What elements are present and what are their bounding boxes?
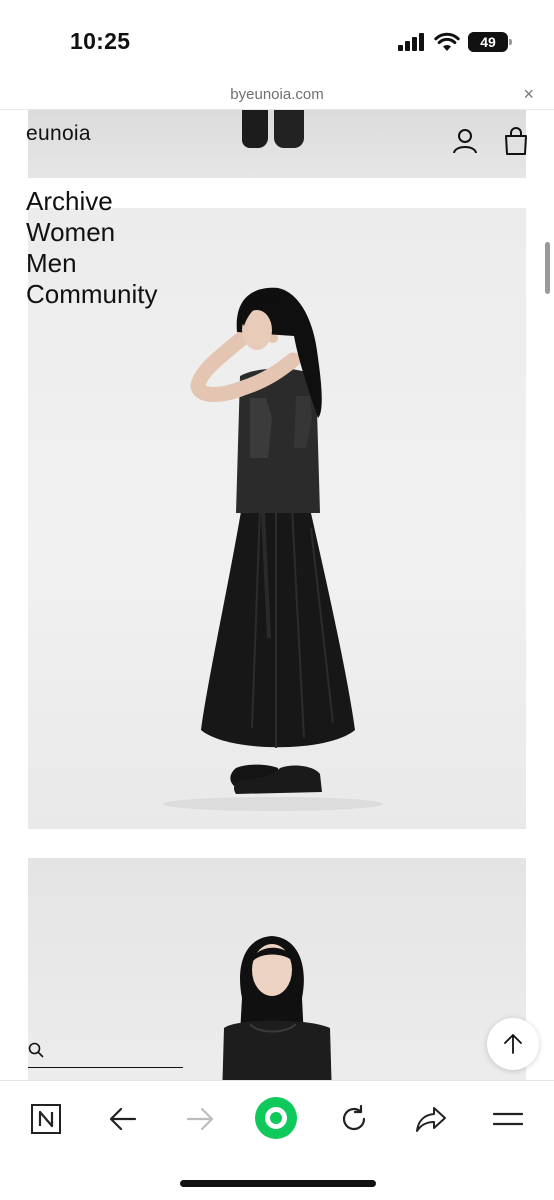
share-button[interactable] — [411, 1099, 451, 1139]
menu-icon — [492, 1112, 524, 1126]
url-bar[interactable]: byeunoia.com × — [0, 80, 554, 110]
nav-item-women[interactable]: Women — [26, 217, 157, 248]
nav-item-men[interactable]: Men — [26, 248, 157, 279]
back-button[interactable] — [103, 1099, 143, 1139]
scrollbar[interactable] — [545, 242, 550, 294]
green-dot-button[interactable] — [253, 1095, 299, 1141]
scroll-to-top-button[interactable] — [487, 1018, 539, 1070]
url-text[interactable]: byeunoia.com — [0, 86, 554, 103]
web-page: eunoia Archive Women Men Community — [0, 110, 554, 1080]
browser-toolbar — [0, 1080, 554, 1200]
close-icon[interactable]: × — [523, 84, 534, 105]
menu-button[interactable] — [488, 1099, 528, 1139]
status-time: 10:25 — [70, 28, 131, 54]
refresh-button[interactable] — [334, 1099, 374, 1139]
nav-menu: Archive Women Men Community — [26, 186, 157, 310]
search-icon — [28, 1042, 44, 1058]
search-input[interactable] — [28, 1040, 183, 1068]
battery-percent: 49 — [480, 34, 496, 50]
status-bar: 10:25 49 — [0, 0, 554, 80]
shoe-right — [274, 110, 304, 148]
shopping-bag-icon[interactable] — [501, 126, 531, 156]
home-indicator[interactable] — [180, 1180, 376, 1187]
share-icon — [416, 1107, 446, 1132]
shoe-left — [242, 110, 268, 148]
n-home-icon — [31, 1104, 61, 1134]
cellular-signal-icon — [398, 33, 424, 51]
back-arrow-icon — [109, 1107, 137, 1131]
arrow-up-icon — [504, 1034, 522, 1054]
n-home-button[interactable] — [26, 1099, 66, 1139]
refresh-icon — [342, 1104, 366, 1131]
forward-button[interactable] — [180, 1099, 220, 1139]
forward-arrow-icon — [186, 1107, 214, 1131]
nav-item-archive[interactable]: Archive — [26, 186, 157, 217]
battery-icon: 49 — [468, 32, 512, 52]
nav-item-community[interactable]: Community — [26, 279, 157, 310]
green-dot-icon — [255, 1097, 297, 1139]
wifi-icon — [434, 32, 460, 51]
status-icons: 49 — [398, 30, 512, 54]
battery-cap — [509, 39, 512, 45]
user-icon[interactable] — [450, 126, 480, 156]
site-logo[interactable]: eunoia — [26, 122, 91, 146]
